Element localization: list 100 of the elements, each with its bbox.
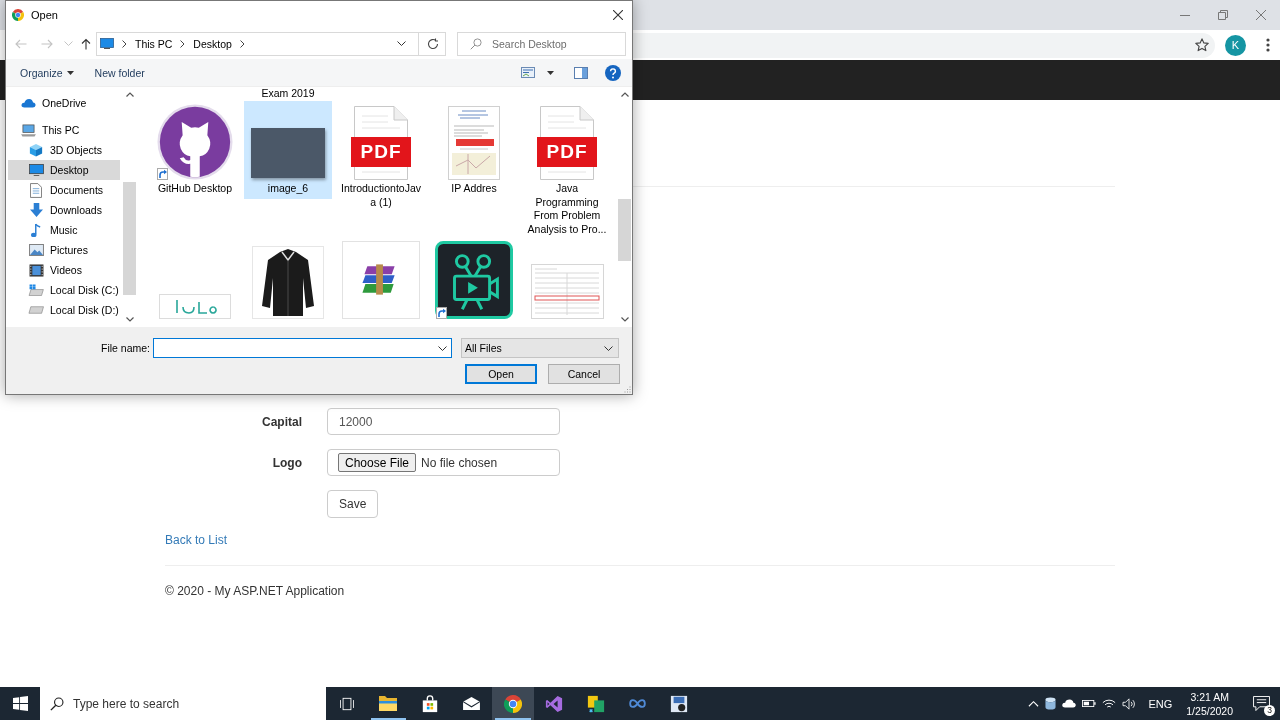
file-item[interactable]: PDF IntroductiontoJava (1) — [337, 101, 425, 212]
search-icon — [50, 696, 64, 711]
preview-pane-icon[interactable] — [574, 66, 588, 79]
scroll-down-icon[interactable] — [620, 317, 629, 322]
chevron-right-icon[interactable] — [180, 39, 186, 48]
back-link[interactable]: Back to List — [165, 533, 228, 547]
shopping-bag-icon — [420, 694, 439, 713]
battery-icon[interactable] — [1082, 699, 1097, 708]
start-icon[interactable] — [12, 696, 28, 711]
up-arrow-icon[interactable] — [81, 37, 91, 50]
file-item[interactable]: GitHub Desktop — [151, 101, 239, 199]
footer-text: © 2020 - My ASP.NET Application — [165, 583, 346, 600]
computer-icon — [20, 123, 36, 137]
sidebar-item[interactable]: Documents — [8, 180, 120, 200]
sidebar-item[interactable]: Desktop — [8, 160, 120, 180]
scrollbar-thumb[interactable] — [618, 199, 631, 261]
scrollbar[interactable] — [617, 87, 632, 327]
music-note-icon — [30, 222, 42, 238]
notification-icon[interactable] — [1253, 696, 1270, 711]
toolbar-button[interactable]: New folder — [94, 66, 145, 79]
dialog-button[interactable]: Open — [465, 364, 537, 384]
sidebar-item[interactable]: 3D Objects — [8, 140, 120, 160]
clock-time[interactable]: 3:21 AM — [1190, 689, 1229, 704]
logo-thumbnail — [159, 294, 231, 319]
profile-avatar[interactable]: K — [1225, 34, 1246, 56]
path-bar[interactable]: This PC Desktop — [96, 31, 446, 56]
cloud-icon — [20, 98, 36, 108]
task-view-icon — [339, 696, 354, 711]
chevron-right-icon[interactable] — [239, 39, 245, 48]
wifi-icon[interactable] — [1102, 698, 1117, 709]
search-field[interactable]: Type here to search — [40, 687, 326, 720]
refresh-icon[interactable] — [427, 37, 439, 50]
stacked-books-icon — [342, 241, 420, 319]
file-item[interactable]: image_6 — [244, 101, 332, 199]
sidebar-item[interactable]: Videos — [8, 260, 120, 280]
chevron-up-icon[interactable] — [1028, 700, 1040, 707]
clock-date[interactable]: 1/25/2020 — [1186, 703, 1233, 718]
search-icon — [470, 37, 482, 50]
database-icon[interactable] — [1045, 697, 1057, 710]
download-arrow-icon — [29, 202, 43, 218]
toolbar-button[interactable]: Organize — [20, 66, 74, 79]
path-item[interactable]: This PC — [135, 37, 173, 50]
sidebar-item[interactable]: OneDrive — [8, 93, 120, 113]
restore-icon[interactable] — [1218, 10, 1228, 20]
save-button[interactable]: Save — [327, 490, 379, 518]
browser-logo-icon — [12, 8, 24, 21]
sidebar-item[interactable]: Local Disk (C:) — [8, 280, 120, 300]
scroll-up-icon[interactable] — [620, 92, 629, 97]
search-field[interactable]: Search Desktop — [457, 31, 626, 56]
scrollbar-thumb[interactable] — [123, 182, 136, 295]
path-item[interactable]: Desktop — [193, 37, 232, 50]
drive-icon — [28, 306, 44, 314]
menu-icon[interactable] — [1266, 38, 1270, 52]
video-camera-icon — [435, 241, 513, 319]
sidebar-item[interactable]: Music — [8, 220, 120, 240]
choose-file-button[interactable]: Choose File — [338, 453, 417, 472]
close-icon[interactable] — [613, 9, 623, 20]
chevron-down-icon[interactable] — [438, 345, 447, 351]
monitor-icon — [100, 38, 114, 49]
app-logo-icon — [669, 694, 688, 713]
file-type-dropdown[interactable]: All Files — [461, 338, 619, 358]
dialog-button[interactable]: Cancel — [548, 364, 620, 384]
file-name[interactable]: Exam 2019 — [244, 87, 332, 101]
sidebar-item[interactable]: Pictures — [8, 240, 120, 260]
document-icon — [30, 182, 42, 198]
browser-logo-icon — [503, 694, 522, 713]
app-logo-icon — [545, 694, 564, 713]
chevron-down-icon — [604, 345, 613, 351]
scroll-down-icon[interactable] — [125, 317, 134, 322]
chevron-down-icon[interactable] — [397, 41, 406, 46]
minimize-icon[interactable] — [1180, 14, 1190, 16]
sidebar-item[interactable]: This PC — [8, 120, 120, 140]
desktop-icon — [28, 164, 44, 176]
resize-grip-icon[interactable] — [623, 385, 631, 393]
film-icon — [28, 263, 44, 277]
sidebar-item[interactable]: Downloads — [8, 200, 120, 220]
folder-icon — [378, 695, 399, 712]
help-icon[interactable] — [605, 64, 621, 81]
speaker-icon[interactable] — [1122, 697, 1137, 710]
notification-count: 3 — [1264, 705, 1275, 716]
file-type-label: PDF — [537, 137, 597, 167]
caret-icon[interactable] — [547, 70, 554, 75]
star-icon[interactable] — [1195, 38, 1209, 52]
drive-icon — [28, 284, 44, 296]
scroll-up-icon[interactable] — [125, 92, 134, 97]
language-indicator[interactable]: ENG — [1148, 697, 1173, 710]
dialog-title: Open — [31, 8, 58, 21]
cat-logo-icon — [157, 104, 233, 180]
view-options-icon[interactable] — [521, 67, 535, 78]
file-item[interactable]: IP Addres — [430, 101, 518, 199]
text-field[interactable]: 12000 — [327, 408, 560, 435]
chevron-right-icon[interactable] — [122, 39, 127, 48]
sidebar-item[interactable]: Local Disk (D:) — [8, 300, 120, 320]
cloud-icon[interactable] — [1062, 699, 1077, 708]
file-item[interactable]: PDF Java Programming From Problem Analysis to Pro... — [523, 101, 611, 239]
field-label: Logo — [271, 455, 302, 470]
file-name-field[interactable] — [153, 338, 452, 358]
infinity-icon — [627, 698, 647, 709]
field-label: Capital — [261, 414, 302, 429]
cube-icon — [29, 143, 43, 157]
